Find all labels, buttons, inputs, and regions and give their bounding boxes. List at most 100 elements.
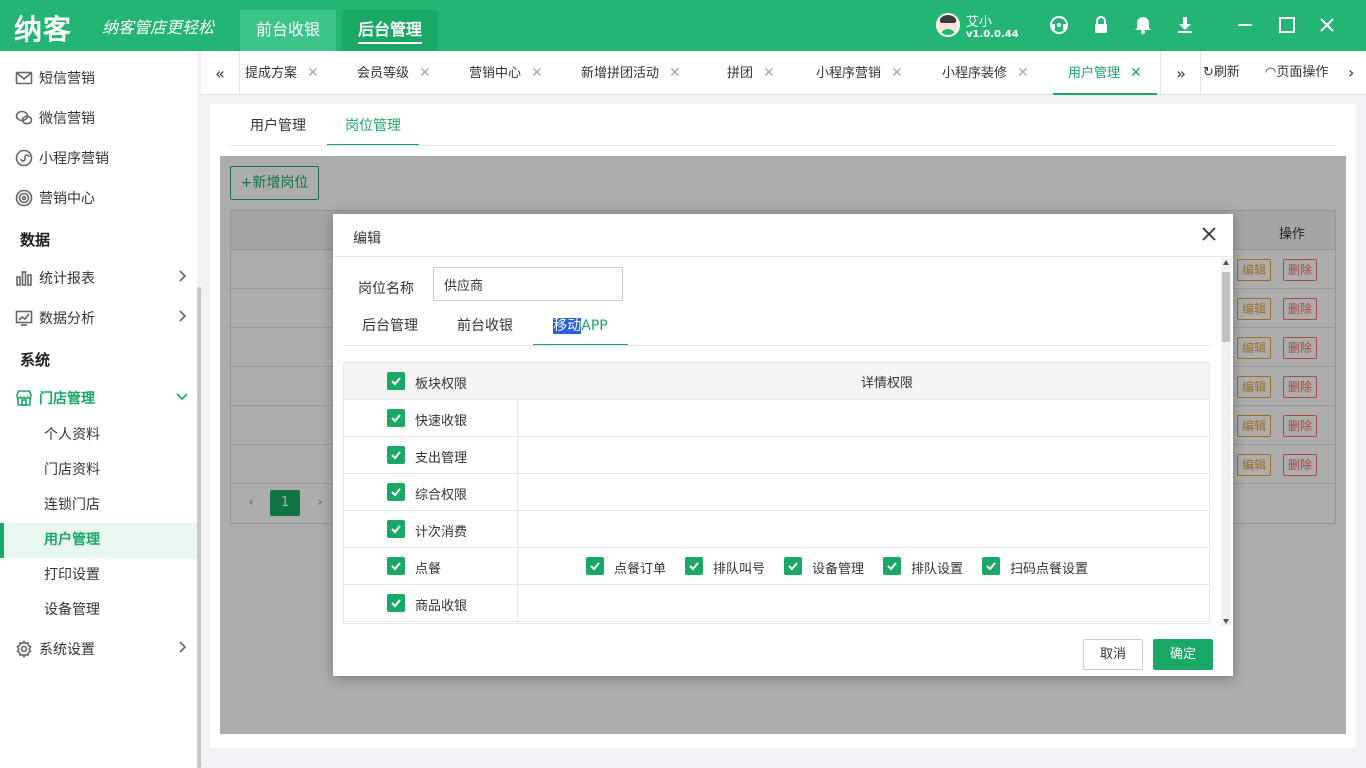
sidebar-subitem-store-info[interactable]: 门店资料 bbox=[0, 453, 197, 488]
close-icon[interactable]: ✕ bbox=[669, 65, 681, 81]
tab-backend-management[interactable]: 后台管理 bbox=[353, 312, 427, 346]
page-ops-label: 页面操作 bbox=[1276, 65, 1329, 80]
tabs-scroll-right-button[interactable]: » bbox=[1162, 51, 1200, 95]
tab-user-management[interactable]: 用户管理 ✕ bbox=[1053, 51, 1157, 95]
permission-cell: 综合权限 bbox=[344, 474, 518, 510]
detail-checkbox[interactable] bbox=[883, 557, 901, 575]
scrollbar-thumb[interactable] bbox=[1222, 272, 1230, 342]
permission-checkbox[interactable] bbox=[387, 483, 405, 501]
tab-label: 小程序装修 bbox=[942, 66, 1008, 81]
permission-checkbox[interactable] bbox=[387, 409, 405, 427]
maximize-icon[interactable] bbox=[1276, 14, 1298, 36]
tab-miniprogram-decoration[interactable]: 小程序装修 ✕ bbox=[942, 51, 1029, 95]
tab-member-level[interactable]: 会员等级 ✕ bbox=[357, 51, 431, 95]
tab-mobile-app[interactable]: 移动APP bbox=[533, 312, 628, 346]
cancel-button[interactable]: 取消 bbox=[1083, 639, 1143, 670]
permission-cell: 点餐 bbox=[344, 548, 518, 584]
top-tab-front-cashier[interactable]: 前台收银 bbox=[240, 10, 337, 51]
detail-checkbox[interactable] bbox=[784, 557, 802, 575]
chevron-right-icon bbox=[175, 309, 189, 323]
refresh-label: 刷新 bbox=[1213, 65, 1240, 80]
divider bbox=[239, 51, 240, 95]
sidebar-item-system-settings[interactable]: 系统设置 bbox=[0, 631, 197, 666]
permission-label: 计次消费 bbox=[415, 525, 468, 540]
close-icon[interactable] bbox=[1316, 14, 1338, 36]
subtab-position-management[interactable]: 岗位管理 bbox=[327, 114, 419, 146]
sidebar-item-sms[interactable]: 短信营销 bbox=[0, 60, 197, 95]
download-icon[interactable] bbox=[1174, 14, 1196, 36]
sidebar-subitem-chain-stores[interactable]: 连锁门店 bbox=[0, 488, 197, 523]
scroll-down-arrow-icon[interactable] bbox=[1223, 619, 1229, 624]
refresh-button[interactable]: ↻刷新 bbox=[1203, 51, 1240, 95]
sidebar-item-label: 门店管理 bbox=[39, 390, 95, 407]
position-name-input[interactable] bbox=[433, 267, 623, 301]
detail-checkbox[interactable] bbox=[586, 557, 604, 575]
tab-new-group-buy[interactable]: 新增拼团活动 ✕ bbox=[581, 51, 681, 95]
close-icon[interactable]: ✕ bbox=[891, 65, 903, 81]
tab-label: 小程序营销 bbox=[816, 66, 882, 81]
tab-marketing-center[interactable]: 营销中心 ✕ bbox=[469, 51, 543, 95]
close-icon[interactable]: ✕ bbox=[419, 65, 431, 81]
sidebar-item-reports[interactable]: 统计报表 bbox=[0, 260, 197, 295]
dialog-title: 编辑 bbox=[353, 231, 381, 247]
sidebar-scrollbar[interactable] bbox=[197, 287, 201, 768]
sidebar-item-miniprogram[interactable]: 小程序营销 bbox=[0, 140, 197, 175]
dialog-scrollbar[interactable] bbox=[1221, 258, 1231, 626]
detail-label: 点餐订单 bbox=[614, 562, 667, 577]
refresh-icon: ↻ bbox=[1203, 65, 1214, 80]
close-icon[interactable] bbox=[1201, 226, 1217, 242]
support-icon[interactable] bbox=[1048, 14, 1070, 36]
sidebar-subitem-device-management[interactable]: 设备管理 bbox=[0, 593, 197, 628]
tab-miniprogram-marketing[interactable]: 小程序营销 ✕ bbox=[816, 51, 903, 95]
close-icon[interactable]: ✕ bbox=[531, 65, 543, 81]
mail-icon bbox=[14, 68, 34, 88]
tabs-scroll-left-button[interactable]: « bbox=[201, 51, 239, 95]
select-all-checkbox[interactable] bbox=[387, 372, 405, 390]
close-icon[interactable]: ✕ bbox=[1017, 65, 1029, 81]
sidebar-item-label: 微信营销 bbox=[39, 110, 95, 127]
permission-checkbox[interactable] bbox=[387, 594, 405, 612]
close-icon[interactable]: ✕ bbox=[763, 65, 775, 81]
tab-label: 提成方案 bbox=[245, 66, 298, 81]
sidebar-section-system: 系统 bbox=[20, 351, 51, 369]
close-icon[interactable]: ✕ bbox=[307, 65, 319, 81]
permission-checkbox[interactable] bbox=[387, 520, 405, 538]
tab-commission-plan[interactable]: 提成方案 ✕ bbox=[245, 51, 319, 95]
permission-checkbox[interactable] bbox=[387, 557, 405, 575]
target-icon bbox=[14, 188, 34, 208]
permission-label: 综合权限 bbox=[415, 488, 468, 503]
page-operations-button[interactable]: ◠页面操作 bbox=[1265, 51, 1328, 95]
sidebar-item-wechat[interactable]: 微信营销 bbox=[0, 100, 197, 135]
bell-icon[interactable] bbox=[1132, 14, 1154, 36]
sidebar-item-marketing[interactable]: 营销中心 bbox=[0, 180, 197, 215]
brand-logo: 纳客 bbox=[14, 13, 73, 46]
sidebar-subitem-print-settings[interactable]: 打印设置 bbox=[0, 558, 197, 593]
tab-front-cashier[interactable]: 前台收银 bbox=[448, 312, 522, 346]
chevron-right-icon[interactable]: › bbox=[1348, 51, 1354, 95]
lock-icon[interactable] bbox=[1090, 14, 1112, 36]
tab-label-rest: APP bbox=[581, 318, 608, 334]
sidebar-subitem-profile[interactable]: 个人资料 bbox=[0, 418, 197, 453]
sidebar-item-label: 系统设置 bbox=[39, 641, 95, 658]
chevron-down-icon bbox=[175, 389, 189, 403]
top-tab-backend[interactable]: 后台管理 bbox=[342, 10, 439, 51]
sidebar-item-analysis[interactable]: 数据分析 bbox=[0, 300, 197, 335]
minimize-icon[interactable] bbox=[1234, 14, 1256, 36]
confirm-button[interactable]: 确定 bbox=[1153, 639, 1213, 670]
permission-label: 快速收银 bbox=[415, 414, 468, 429]
permission-checkbox[interactable] bbox=[387, 446, 405, 464]
close-icon[interactable]: ✕ bbox=[1130, 65, 1142, 81]
tab-label: 会员等级 bbox=[357, 66, 410, 81]
user-name: 艾小 bbox=[966, 15, 993, 30]
subtab-user-management[interactable]: 用户管理 bbox=[232, 114, 324, 146]
detail-checkbox[interactable] bbox=[982, 557, 1000, 575]
top-tab-label: 前台收银 bbox=[256, 20, 321, 39]
detail-checkbox[interactable] bbox=[685, 557, 703, 575]
sidebar-subitem-user-management[interactable]: 用户管理 bbox=[0, 523, 197, 558]
scroll-up-arrow-icon[interactable] bbox=[1223, 260, 1229, 265]
tab-group-buy[interactable]: 拼团 ✕ bbox=[727, 51, 775, 95]
sidebar-item-store-management[interactable]: 门店管理 bbox=[0, 380, 197, 415]
miniprogram-icon bbox=[14, 148, 34, 168]
sidebar-section-data: 数据 bbox=[20, 231, 51, 249]
tab-label: 营销中心 bbox=[469, 66, 522, 81]
